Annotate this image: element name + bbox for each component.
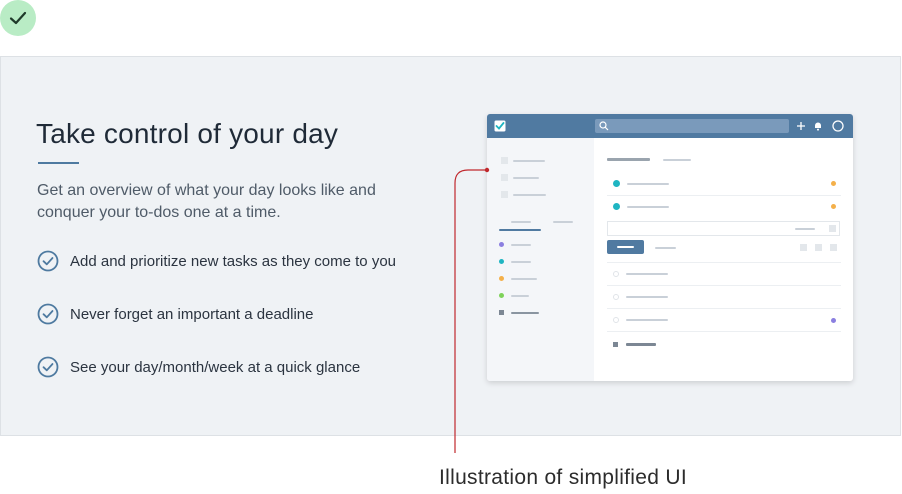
feature-label: See your day/month/week at a quick glanc…	[70, 358, 361, 376]
mock-task-check	[613, 180, 620, 187]
mock-sidebar-tab	[511, 221, 531, 223]
mock-task-check	[613, 317, 619, 323]
mock-field-icon	[829, 225, 836, 232]
check-circle-icon	[37, 250, 59, 272]
mock-list-heading	[607, 158, 650, 161]
mock-task-flag	[831, 318, 836, 323]
feature-item: See your day/month/week at a quick glanc…	[37, 356, 360, 378]
mock-task-label	[626, 319, 668, 321]
mock-project-dot	[499, 242, 504, 247]
search-icon	[599, 121, 609, 131]
mock-project-dot	[499, 310, 504, 315]
bell-icon	[815, 122, 821, 131]
mock-project-dot	[499, 293, 504, 298]
mock-project-label	[511, 295, 529, 297]
feature-label: Add and prioritize new tasks as they com…	[70, 252, 397, 270]
mock-project-label	[511, 312, 539, 314]
success-check-badge	[0, 0, 36, 36]
checkmark-icon	[9, 11, 27, 25]
checkbox-logo-icon	[494, 120, 506, 132]
mock-sidebar-label	[513, 160, 545, 162]
mock-toolbar-icon	[800, 244, 807, 251]
plus-icon	[797, 122, 805, 130]
mock-project-label	[511, 244, 531, 246]
mock-project-dot	[499, 259, 504, 264]
mock-field-placeholder	[795, 228, 815, 230]
mock-sidebar-label	[513, 177, 539, 179]
mock-task-label	[626, 296, 668, 298]
mock-task-check	[613, 294, 619, 300]
mock-task-label	[626, 273, 668, 275]
mock-task-flag	[831, 204, 836, 209]
mock-toolbar-icon	[815, 244, 822, 251]
mock-task-check	[613, 271, 619, 277]
check-circle-icon	[37, 303, 59, 325]
avatar-circle-icon	[832, 120, 844, 132]
mock-task-flag	[831, 181, 836, 186]
mock-row-divider	[607, 285, 841, 286]
mock-row-divider	[607, 195, 841, 196]
page-subtitle: Get an overview of what your day looks l…	[37, 182, 376, 221]
simplified-ui-illustration	[487, 114, 853, 381]
illustration-caption: Illustration of simplified UI	[439, 466, 687, 489]
feature-label: Never forget an important a deadline	[70, 305, 314, 323]
title-divider	[38, 162, 79, 164]
mock-button-secondary-label	[655, 247, 676, 249]
annotation-pointer	[454, 167, 490, 453]
mock-row-divider	[607, 331, 841, 332]
feature-item: Never forget an important a deadline	[37, 303, 313, 325]
mock-project-label	[511, 261, 531, 263]
mock-header-bar	[487, 114, 853, 138]
mock-add-button-label	[617, 246, 634, 248]
mock-search-field	[595, 119, 789, 133]
mock-toolbar-icon	[830, 244, 837, 251]
mock-list-subheading	[663, 159, 691, 161]
mock-add-task-field	[607, 221, 840, 236]
mock-add-button	[607, 240, 644, 254]
feature-item: Add and prioritize new tasks as they com…	[37, 250, 396, 272]
mock-project-dot	[499, 276, 504, 281]
mock-sidebar-icon	[501, 191, 508, 198]
mock-sidebar-icon	[501, 157, 508, 164]
mock-project-label	[511, 278, 537, 280]
mock-sidebar-tab	[553, 221, 573, 223]
mock-task-check	[613, 203, 620, 210]
mock-sidebar-tab-underline	[499, 229, 541, 231]
mock-sidebar-icon	[501, 174, 508, 181]
mock-task-label	[626, 343, 656, 346]
mock-task-check	[613, 342, 618, 347]
mock-sidebar-label	[513, 194, 546, 196]
mock-row-divider	[607, 308, 841, 309]
mock-sidebar	[487, 138, 594, 381]
check-circle-icon	[37, 356, 59, 378]
mock-row-divider	[607, 262, 841, 263]
page-title: Take control of your day	[36, 118, 339, 149]
mock-task-label	[627, 206, 669, 208]
mock-task-label	[627, 183, 669, 185]
